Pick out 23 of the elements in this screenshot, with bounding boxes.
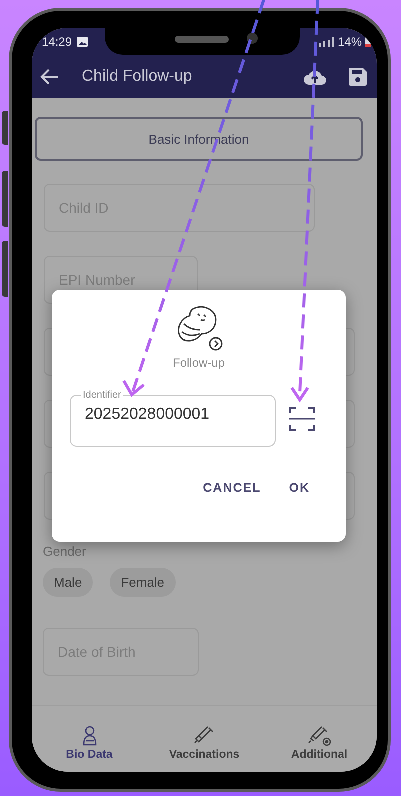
identifier-field[interactable]: Identifier 20252028000001 (70, 390, 276, 447)
section-button[interactable]: Basic Information (35, 117, 363, 161)
gender-chip[interactable]: Male (43, 568, 94, 597)
speaker-grille (175, 36, 229, 43)
nav-tab[interactable]: Bio Data (32, 706, 147, 762)
back-button[interactable] (40, 68, 60, 86)
baby-icon (80, 725, 98, 747)
gender-chip[interactable]: Female (110, 568, 176, 597)
image-icon (77, 36, 88, 46)
signal-icon (318, 36, 335, 46)
nav-tab[interactable]: Additional (262, 706, 377, 762)
scan-button[interactable] (288, 404, 316, 432)
battery-icon (365, 36, 371, 47)
status-time: 14:29 (42, 34, 72, 48)
gender-label: Gender (43, 544, 88, 559)
nav-tab[interactable]: Vaccinations (147, 706, 262, 762)
syringe-icon (308, 725, 332, 747)
battery-percentage: 14% (338, 34, 362, 48)
screen-title: Child Follow-up (82, 68, 194, 86)
dialog-title: Follow-up (172, 356, 226, 370)
dialog-button[interactable]: CANCEL (203, 477, 262, 499)
dialog-button[interactable]: OK (289, 477, 310, 499)
save-button[interactable] (349, 68, 367, 86)
